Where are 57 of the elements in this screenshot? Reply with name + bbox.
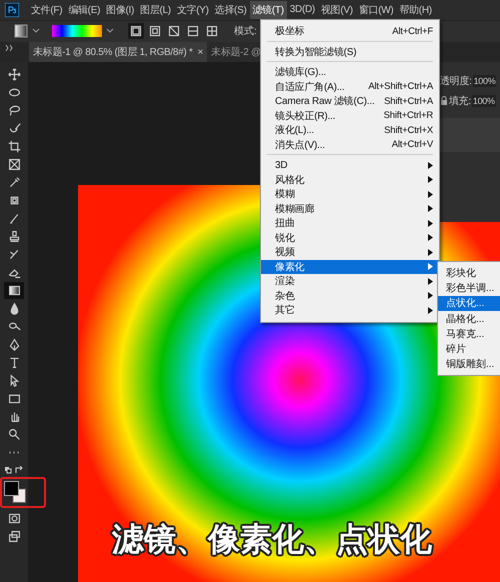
menu-item[interactable]: 液化(L)... Shift+Ctrl+X	[261, 123, 439, 138]
menu-item[interactable]: 模糊	[261, 187, 439, 202]
menu-item[interactable]: 3D	[261, 158, 439, 172]
menu-item[interactable]: 自适应广角(A)... Alt+Shift+Ctrl+A	[261, 80, 439, 94]
menu-bar-item[interactable]: 滤镜(T)	[250, 0, 287, 19]
fill-field[interactable]: 100%	[472, 94, 496, 107]
submenu-item[interactable]: 彩色半调...	[438, 280, 500, 296]
submenu-item[interactable]: 晶格化...	[438, 310, 500, 326]
menu-item[interactable]: 视频	[261, 245, 439, 260]
lock-icon[interactable]	[440, 96, 448, 106]
menu-item[interactable]: 极坐标 Alt+Ctrl+F	[261, 24, 439, 38]
collapse-icon[interactable]	[5, 45, 13, 52]
menu-bar-item[interactable]: 选择(S)	[212, 0, 250, 19]
menu-item[interactable]: Camera Raw 滤镜(C)... Shift+Ctrl+A	[261, 94, 439, 108]
menu-bar-item[interactable]: 图像(I)	[103, 0, 138, 19]
submenu-item[interactable]: 铜版雕刻...	[438, 356, 500, 372]
menu-item[interactable]: 滤镜库(G)...	[261, 65, 439, 80]
close-tab-button[interactable]: ×	[198, 46, 204, 58]
fill-label: 填充:	[449, 94, 471, 108]
caret-icon[interactable]	[106, 28, 114, 34]
menu-item[interactable]: 镜头校正(R)... Shift+Ctrl+R	[261, 108, 439, 123]
caret-icon[interactable]	[32, 28, 40, 34]
submenu-item[interactable]: 彩块化	[438, 265, 500, 280]
opacity-label: 透明度:	[440, 74, 472, 88]
gradient-type-button[interactable]	[128, 23, 144, 40]
app-logo-icon	[5, 2, 19, 17]
menu-item[interactable]: 扭曲	[261, 216, 439, 230]
menu-bar-item[interactable]: 帮助(H)	[396, 0, 435, 19]
submenu-item[interactable]: 马赛克...	[438, 326, 500, 342]
menu-item[interactable]: 其它	[261, 303, 439, 318]
document-tab[interactable]: 未标题-1 @ 80.5% (图层 1, RGB/8#) * ×	[29, 42, 208, 62]
menu-bar-item[interactable]: 视图(V)	[318, 0, 356, 19]
menu-item[interactable]: 风格化	[261, 172, 439, 187]
layer-row[interactable]	[438, 118, 500, 152]
menu-bar-item[interactable]: 图层(L)	[137, 0, 174, 19]
gradient-picker[interactable]	[52, 25, 102, 38]
menu-item[interactable]: 模糊画廊	[261, 202, 439, 216]
video-caption: 滤镜、像素化、点状化	[112, 520, 432, 559]
menu-item[interactable]: 锐化	[261, 230, 439, 245]
menu-bar-item[interactable]: 编辑(E)	[65, 0, 104, 19]
highlight-frame	[0, 476, 46, 508]
swap-colors-icon[interactable]	[4, 466, 24, 475]
gradient-tool-icon[interactable]	[4, 282, 24, 299]
submenu-item[interactable]: 碎片	[438, 341, 500, 357]
menu-bar-item[interactable]: 文字(Y)	[174, 0, 212, 19]
menu-bar-item[interactable]: 文件(F)	[28, 0, 66, 19]
gradient-preset-icon[interactable]	[14, 24, 28, 38]
submenu-item[interactable]: 点状化...	[438, 296, 500, 311]
menu-bar-item[interactable]: 窗口(W)	[356, 0, 396, 19]
menu-item[interactable]: 像素化	[261, 260, 439, 274]
mode-label: 模式:	[234, 24, 257, 38]
menu-item[interactable]: 消失点(V)... Alt+Ctrl+V	[261, 138, 439, 152]
opacity-field[interactable]: 100%	[472, 74, 496, 87]
color-swatches-icon[interactable]	[4, 480, 26, 503]
menu-item[interactable]: 渲染	[261, 274, 439, 288]
menu-item[interactable]: 杂色	[261, 288, 439, 303]
menu-bar-item[interactable]: 3D(D)	[286, 2, 318, 18]
